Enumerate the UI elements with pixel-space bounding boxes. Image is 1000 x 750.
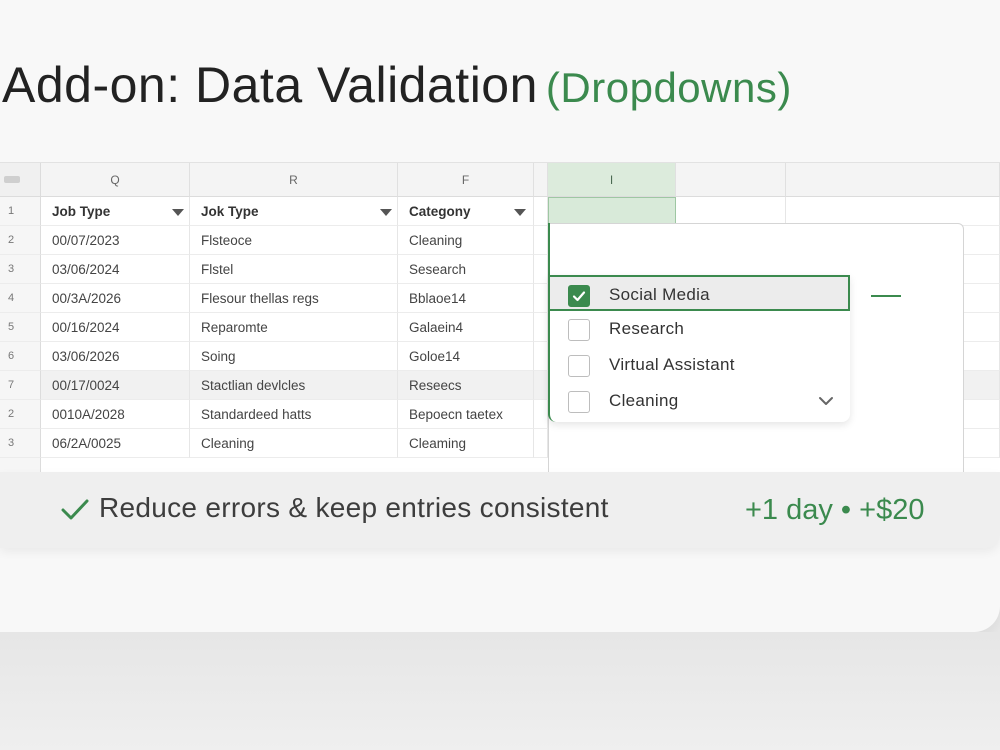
checkbox-icon[interactable] — [568, 391, 590, 413]
checkbox-icon[interactable] — [568, 319, 590, 341]
table-cell[interactable]: 03/06/2024 — [41, 255, 190, 284]
option-label: Research — [609, 319, 685, 338]
row-number[interactable]: 5 — [0, 313, 41, 342]
row-number[interactable]: 6 — [0, 342, 41, 371]
table-cell[interactable]: Stactlian devlcles — [190, 371, 398, 400]
table-cell[interactable]: Bblaoe14 — [398, 284, 534, 313]
table-cell[interactable]: 00/07/2023 — [41, 226, 190, 255]
column-header-r[interactable]: R — [190, 163, 398, 197]
dropdown-option-cleaning[interactable]: Cleaning — [550, 383, 850, 419]
table-cell[interactable]: 00/16/2024 — [41, 313, 190, 342]
table-cell[interactable]: Cleaming — [398, 429, 534, 458]
empty-cell[interactable] — [534, 313, 548, 342]
table-cell[interactable]: Cleaning — [398, 226, 534, 255]
benefit-text: Reduce errors & keep entries consistent — [99, 492, 609, 523]
table-cell[interactable]: Bepoecn taetex — [398, 400, 534, 429]
empty-cell[interactable] — [534, 226, 548, 255]
table-cell[interactable]: Galaein4 — [398, 313, 534, 342]
filter-dropdown-icon[interactable] — [514, 209, 526, 216]
row-number[interactable]: 2 — [0, 400, 41, 429]
column-header-next[interactable] — [676, 163, 786, 197]
empty-cell[interactable] — [534, 255, 548, 284]
chevron-down-icon[interactable] — [818, 395, 834, 407]
option-label: Virtual Assistant — [609, 355, 735, 374]
empty-cell[interactable] — [786, 197, 1000, 226]
background-band — [0, 632, 1000, 750]
option-label: Social Media — [609, 285, 710, 304]
table-cell[interactable]: Sesearch — [398, 255, 534, 284]
select-all-corner[interactable] — [0, 163, 41, 197]
check-icon — [61, 499, 89, 520]
option-label: Cleaning — [609, 391, 679, 410]
column-header-blank[interactable] — [534, 163, 548, 197]
dropdown-option-social-media[interactable]: Social Media — [550, 275, 850, 311]
empty-cell[interactable] — [534, 342, 548, 371]
dash-icon — [871, 295, 901, 297]
empty-cell[interactable] — [534, 429, 548, 458]
checkbox-checked-icon[interactable] — [568, 285, 590, 307]
title-accent: (Dropdowns) — [545, 64, 792, 111]
dropdown-option-research[interactable]: Research — [550, 311, 850, 347]
table-cell[interactable]: Standardeed hatts — [190, 400, 398, 429]
row-number[interactable]: 3 — [0, 429, 41, 458]
table-cell[interactable]: Goloe14 — [398, 342, 534, 371]
table-cell[interactable]: Reseecs — [398, 371, 534, 400]
page-title: Add-on: Data Validation (Dropdowns) — [2, 56, 792, 114]
dropdown-input[interactable] — [548, 223, 964, 275]
column-header-i[interactable]: I — [548, 163, 676, 197]
table-cell[interactable]: Flstel — [190, 255, 398, 284]
table-cell[interactable]: 06/2A/0025 — [41, 429, 190, 458]
dropdown-option-virtual-assistant[interactable]: Virtual Assistant — [550, 347, 850, 383]
empty-cell[interactable] — [534, 284, 548, 313]
filter-dropdown-icon[interactable] — [172, 209, 184, 216]
empty-cell[interactable] — [676, 197, 786, 226]
table-cell[interactable]: Flsteoce — [190, 226, 398, 255]
header-cell[interactable]: Job Type — [41, 197, 190, 226]
row-number[interactable]: 1 — [0, 197, 41, 226]
filter-dropdown-icon[interactable] — [380, 209, 392, 216]
dropdown-list: Social Media Research Virtual Assistant … — [548, 275, 850, 422]
table-cell[interactable]: 0010A/2028 — [41, 400, 190, 429]
row-number[interactable] — [0, 458, 41, 472]
checkbox-icon[interactable] — [568, 355, 590, 377]
price-text: +1 day • +$20 — [745, 494, 925, 526]
empty-cell[interactable] — [534, 400, 548, 429]
benefit-bar: Reduce errors & keep entries consistent … — [0, 472, 1000, 548]
row-number[interactable]: 3 — [0, 255, 41, 284]
header-cell[interactable]: Jok Type — [190, 197, 398, 226]
table-cell[interactable]: Flesour thellas regs — [190, 284, 398, 313]
column-header-last[interactable] — [786, 163, 1000, 197]
row-number[interactable]: 2 — [0, 226, 41, 255]
column-header-q[interactable]: Q — [41, 163, 190, 197]
empty-cell[interactable] — [534, 197, 548, 226]
table-cell[interactable]: 00/17/0024 — [41, 371, 190, 400]
column-header-f[interactable]: F — [398, 163, 534, 197]
title-main: Add-on: Data Validation — [2, 57, 538, 113]
row-number[interactable]: 7 — [0, 371, 41, 400]
table-cell[interactable]: Cleaning — [190, 429, 398, 458]
row-number[interactable]: 4 — [0, 284, 41, 313]
table-cell[interactable]: 00/3A/2026 — [41, 284, 190, 313]
table-cell[interactable]: Soing — [190, 342, 398, 371]
table-cell[interactable]: 03/06/2026 — [41, 342, 190, 371]
empty-cell[interactable] — [534, 371, 548, 400]
table-cell[interactable]: Reparomte — [190, 313, 398, 342]
